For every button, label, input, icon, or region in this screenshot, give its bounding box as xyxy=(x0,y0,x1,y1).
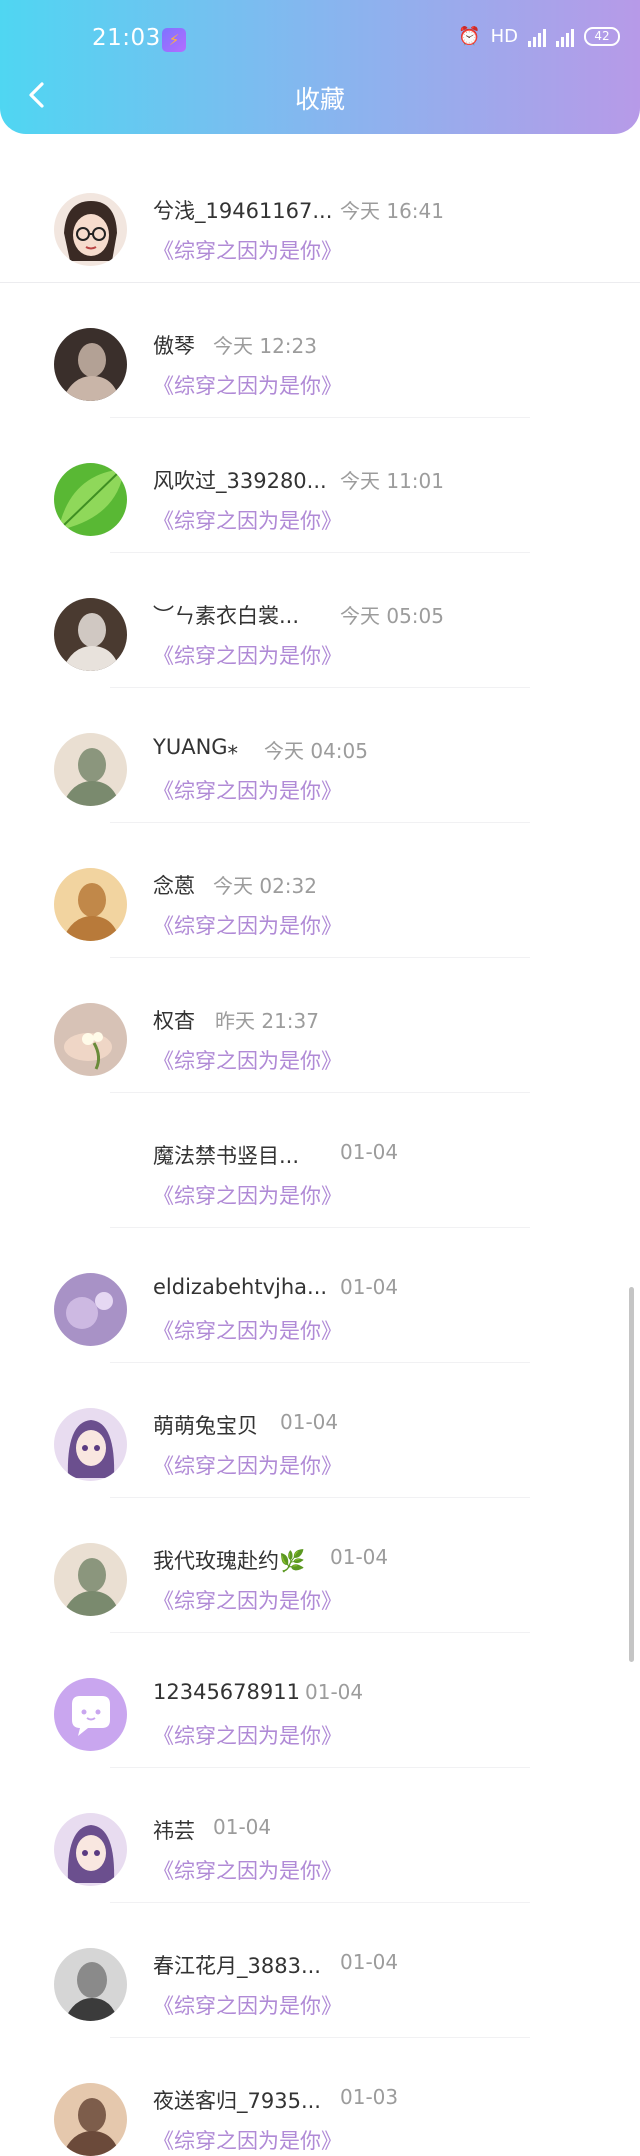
book-title[interactable]: 《综穿之因为是你》 xyxy=(153,1315,342,1345)
timestamp: 今天 12:23 xyxy=(213,334,317,358)
user-name: 我代玫瑰赴约🌿 xyxy=(153,1549,306,1573)
timestamp: 01-04 xyxy=(305,1680,364,1704)
avatar[interactable] xyxy=(54,1408,127,1481)
timestamp: 01-04 xyxy=(340,1950,399,1974)
list-item[interactable]: 春江花月_3883... 01-04 《综穿之因为是你》 xyxy=(0,1903,640,2038)
page-title: 收藏 xyxy=(294,85,345,114)
timestamp: 今天 02:32 xyxy=(213,874,317,898)
avatar[interactable] xyxy=(54,2083,127,2156)
timestamp: 今天 16:41 xyxy=(340,199,444,223)
timestamp: 今天 05:05 xyxy=(340,604,444,628)
avatar[interactable] xyxy=(54,463,127,536)
list-item[interactable]: 12345678911 01-04 《综穿之因为是你》 xyxy=(0,1633,640,1768)
app-notification-icon: ⚡ xyxy=(162,28,186,52)
signal-icon xyxy=(528,27,546,47)
avatar[interactable] xyxy=(54,328,127,401)
avatar[interactable] xyxy=(54,1813,127,1886)
list-item[interactable]: 魔法禁书竖目... 01-04 《综穿之因为是你》 xyxy=(0,1093,640,1228)
app-header: 21:03 ⚡ ⏰ HD 42 收藏 xyxy=(0,0,640,134)
avatar[interactable] xyxy=(54,193,127,266)
list-item[interactable]: YUANG⁎ 今天 04:05 《综穿之因为是你》 xyxy=(0,688,640,823)
user-name: ︶ㄣ素衣白裳... xyxy=(153,604,300,628)
timestamp: 01-03 xyxy=(340,2085,399,2109)
status-time: 21:03 xyxy=(92,25,161,51)
user-name: 萌萌兔宝贝 xyxy=(153,1414,258,1438)
alarm-icon: ⏰ xyxy=(458,26,481,47)
book-title[interactable]: 《综穿之因为是你》 xyxy=(153,1720,342,1750)
user-name: eldizabehtvjha... xyxy=(153,1275,328,1299)
book-title[interactable]: 《综穿之因为是你》 xyxy=(153,1990,342,2020)
list-item[interactable]: ︶ㄣ素衣白裳... 今天 05:05 《综穿之因为是你》 xyxy=(0,553,640,688)
user-name: 傲琴 xyxy=(153,334,195,358)
list-item[interactable]: 夜送客归_7935... 01-03 《综穿之因为是你》 xyxy=(0,2038,640,2156)
book-title[interactable]: 《综穿之因为是你》 xyxy=(153,1585,342,1615)
timestamp: 今天 11:01 xyxy=(340,469,444,493)
list-item[interactable]: 我代玫瑰赴约🌿 01-04 《综穿之因为是你》 xyxy=(0,1498,640,1633)
list-item[interactable]: 傲琴 今天 12:23 《综穿之因为是你》 xyxy=(0,283,640,418)
user-name: 权杳 xyxy=(153,1009,195,1033)
avatar[interactable] xyxy=(54,1003,127,1076)
timestamp: 01-04 xyxy=(340,1140,399,1164)
avatar[interactable] xyxy=(54,868,127,941)
favorites-list: 兮浅_19461167... 今天 16:41 《综穿之因为是你》 傲琴 今天 12:2… xyxy=(0,148,640,2156)
user-name: 12345678911 xyxy=(153,1680,300,1704)
list-item[interactable]: 风吹过_339280... 今天 11:01 《综穿之因为是你》 xyxy=(0,418,640,553)
user-name: 魔法禁书竖目... xyxy=(153,1144,300,1168)
user-name: 春江花月_3883... xyxy=(153,1954,321,1978)
book-title[interactable]: 《综穿之因为是你》 xyxy=(153,235,342,265)
avatar[interactable] xyxy=(54,598,127,671)
list-item[interactable]: 兮浅_19461167... 今天 16:41 《综穿之因为是你》 xyxy=(0,148,640,283)
avatar[interactable] xyxy=(54,1138,127,1211)
timestamp: 01-04 xyxy=(330,1545,389,1569)
avatar[interactable] xyxy=(54,733,127,806)
book-title[interactable]: 《综穿之因为是你》 xyxy=(153,1045,342,1075)
book-title[interactable]: 《综穿之因为是你》 xyxy=(153,640,342,670)
list-item[interactable]: 权杳 昨天 21:37 《综穿之因为是你》 xyxy=(0,958,640,1093)
avatar[interactable] xyxy=(54,1273,127,1346)
list-item[interactable]: eldizabehtvjha... 01-04 《综穿之因为是你》 xyxy=(0,1228,640,1363)
timestamp: 昨天 21:37 xyxy=(215,1009,319,1033)
signal-icon xyxy=(556,27,574,47)
hd-label: HD xyxy=(490,26,518,47)
scrollbar[interactable] xyxy=(629,1287,634,1662)
book-title[interactable]: 《综穿之因为是你》 xyxy=(153,1450,342,1480)
battery-icon: 42 xyxy=(584,27,620,46)
list-item[interactable]: 祎芸 01-04 《综穿之因为是你》 xyxy=(0,1768,640,1903)
timestamp: 今天 04:05 xyxy=(264,739,368,763)
book-title[interactable]: 《综穿之因为是你》 xyxy=(153,910,342,940)
book-title[interactable]: 《综穿之因为是你》 xyxy=(153,1855,342,1885)
timestamp: 01-04 xyxy=(280,1410,339,1434)
user-name: 夜送客归_7935... xyxy=(153,2089,321,2113)
user-name: YUANG⁎ xyxy=(153,735,239,759)
user-name: 兮浅_19461167... xyxy=(153,199,333,223)
book-title[interactable]: 《综穿之因为是你》 xyxy=(153,1180,342,1210)
timestamp: 01-04 xyxy=(340,1275,399,1299)
avatar[interactable] xyxy=(54,1543,127,1616)
user-name: 风吹过_339280... xyxy=(153,469,327,493)
timestamp: 01-04 xyxy=(213,1815,272,1839)
avatar[interactable] xyxy=(54,1678,127,1751)
book-title[interactable]: 《综穿之因为是你》 xyxy=(153,2125,342,2155)
book-title[interactable]: 《综穿之因为是你》 xyxy=(153,370,342,400)
user-name: 念蒽 xyxy=(153,874,195,898)
status-icons: ⏰ HD 42 xyxy=(458,26,620,47)
avatar[interactable] xyxy=(54,1948,127,2021)
book-title[interactable]: 《综穿之因为是你》 xyxy=(153,775,342,805)
user-name: 祎芸 xyxy=(153,1819,195,1843)
list-item[interactable]: 念蒽 今天 02:32 《综穿之因为是你》 xyxy=(0,823,640,958)
book-title[interactable]: 《综穿之因为是你》 xyxy=(153,505,342,535)
list-item[interactable]: 萌萌兔宝贝 01-04 《综穿之因为是你》 xyxy=(0,1363,640,1498)
